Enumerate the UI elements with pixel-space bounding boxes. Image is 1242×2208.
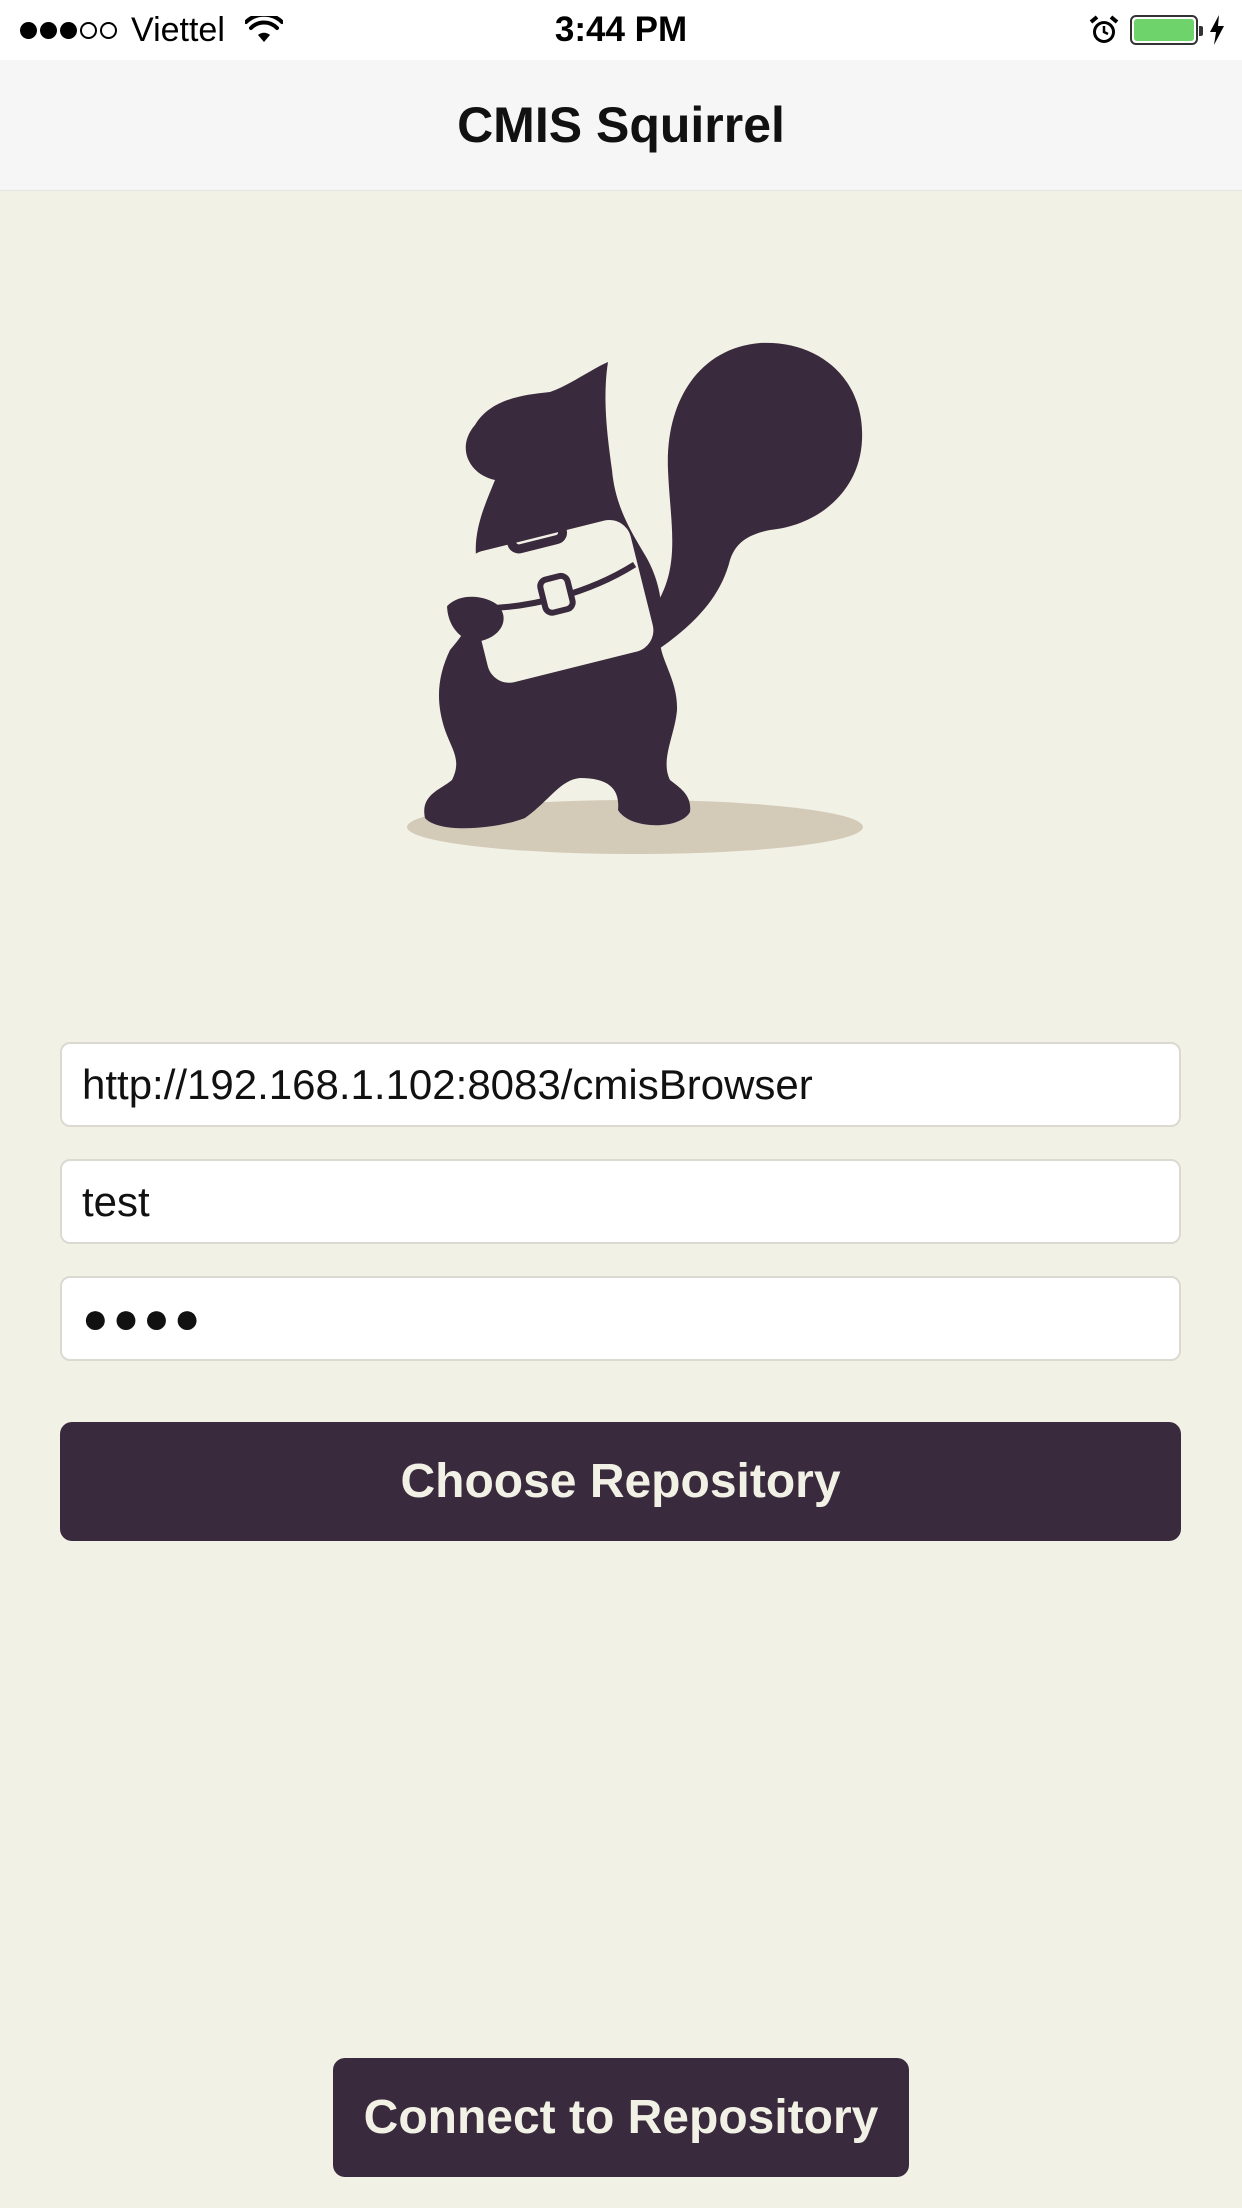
squirrel-logo-icon: [407, 342, 863, 854]
username-field[interactable]: [60, 1159, 1181, 1244]
status-right: [1088, 0, 1226, 60]
charging-bolt-icon: [1210, 15, 1224, 45]
password-field[interactable]: [60, 1276, 1181, 1361]
connect-repository-button[interactable]: Connect to Repository: [333, 2058, 909, 2177]
alarm-icon: [1089, 15, 1119, 43]
choose-repository-button[interactable]: Choose Repository: [60, 1422, 1181, 1541]
page-title: CMIS Squirrel: [457, 97, 785, 153]
battery-level-fill: [1134, 19, 1194, 41]
battery-icon: [1130, 15, 1203, 45]
status-time: 3:44 PM: [554, 10, 688, 49]
navigation-bar: CMIS Squirrel: [0, 60, 1242, 191]
repository-url-field[interactable]: [60, 1042, 1181, 1127]
logo-tail: [630, 342, 863, 660]
status-bar: Viettel 3:44 PM: [0, 0, 1242, 60]
